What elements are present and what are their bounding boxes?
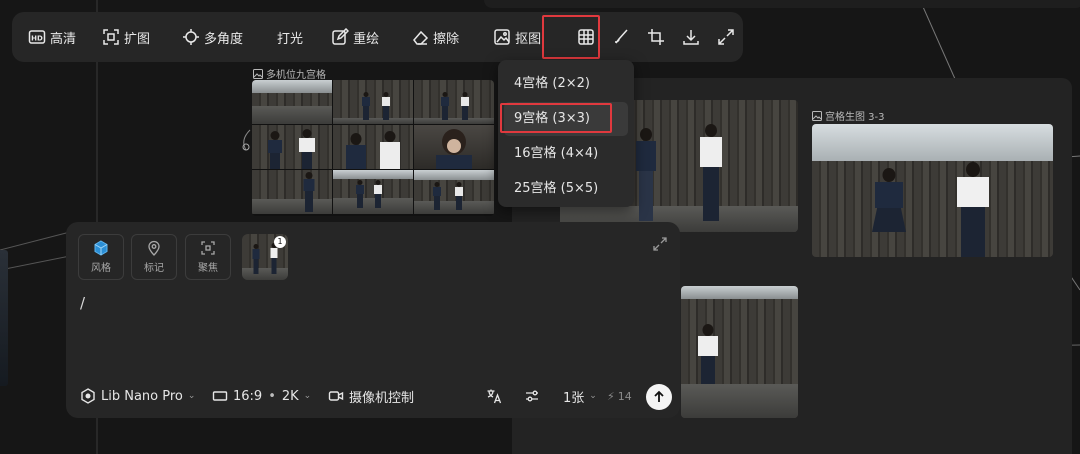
sliders-icon [524,388,540,404]
hd-button[interactable]: HD 高清 [22,20,82,54]
prompt-input[interactable]: / [80,294,85,312]
credits-cost: ⚡ 14 [607,384,632,408]
multi-angle-button[interactable]: 多角度 [176,20,249,54]
redraw-icon [331,28,350,46]
node-title: 多机位九宫格 [266,70,326,81]
lighting-label: 打光 [277,31,304,47]
aspect-resolution-selector[interactable]: 16:9 • 2K ⌄ [212,384,311,408]
aspect-value: 16:9 [233,388,263,404]
camera-icon [328,388,344,404]
grid-cell [414,125,494,169]
grid-cell [414,170,494,214]
image-icon [253,68,263,79]
image-icon [812,110,822,121]
grid-cell [333,80,413,124]
cube-icon [93,240,109,256]
grid-option-highlight [500,103,612,133]
brush-icon [612,28,630,46]
chevron-down-icon: ⌄ [589,391,597,401]
crop-button[interactable] [639,20,672,54]
chevron-down-icon: ⌄ [187,391,196,401]
node-title: 宫格生图 3-3 [825,112,885,123]
cutout-label: 抠图 [515,31,542,47]
lighting-button[interactable]: 打光 [271,20,309,54]
grid-button-highlight [542,15,600,59]
grid-cell [252,80,332,124]
reference-count-badge: 1 [274,236,286,248]
erase-label: 擦除 [433,31,460,47]
brush-button[interactable] [604,20,637,54]
expand-image-icon [102,28,120,46]
focus-chip[interactable]: 聚焦 [185,234,231,280]
translate-button[interactable] [486,384,507,408]
erase-button[interactable]: 擦除 [405,20,465,54]
redraw-button[interactable]: 重绘 [325,20,385,54]
camera-control-button[interactable]: 摄像机控制 [328,384,414,408]
cutout-icon [493,28,511,46]
resolution-value: 2K [281,388,299,404]
hd-icon: HD [28,28,46,46]
settings-button[interactable] [524,384,545,408]
nine-grid-image[interactable] [252,80,494,216]
model-name: Lib Nano Pro [101,388,183,404]
grid-size-menu: 4宫格 (2×2) 9宫格 (3×3) 16宫格 (4×4) 25宫格 (5×5… [498,60,634,207]
mark-chip[interactable]: 标记 [131,234,177,280]
multi-angle-label: 多角度 [204,31,244,47]
fullscreen-button[interactable] [710,20,743,54]
focus-icon [200,240,216,256]
send-button[interactable] [646,384,672,410]
count-selector[interactable]: 1张 ⌄ [563,384,597,408]
svg-text:HD: HD [31,35,43,43]
hd-label: 高清 [50,31,77,47]
canvas-node-top [484,0,1080,8]
grid-cell [252,125,332,169]
grid-option-4x4[interactable]: 16宫格 (4×4) [504,137,628,171]
count-value: 1张 [563,390,585,406]
download-button[interactable] [675,20,708,54]
grid-option-2x2[interactable]: 4宫格 (2×2) [504,67,628,101]
aspect-ratio-icon [212,388,228,404]
grid-cell [414,80,494,124]
grid-cell [333,170,413,214]
arrow-up-icon [654,390,664,402]
lightning-icon: ⚡ [607,389,615,403]
style-chip-label: 风格 [91,263,111,274]
node-label-grid-output: 宫格生图 3-3 [812,108,885,123]
fullscreen-icon [717,28,735,46]
crop-icon [647,28,665,46]
pin-icon [146,240,162,256]
chevron-down-icon: ⌄ [303,391,312,401]
mark-chip-label: 标记 [144,263,164,274]
model-selector[interactable]: Lib Nano Pro ⌄ [80,384,195,408]
grid-generated-image-3-3[interactable] [812,124,1053,257]
image-toolbar: HD 高清 扩图 多角度 打光 重绘 擦除 抠图 [12,12,743,62]
prompt-panel: 风格 标记 聚焦 1 / Lib Nano Pro ⌄ 16:9 • 2K ⌄ … [66,222,680,418]
outpaint-label: 扩图 [124,31,151,47]
eraser-icon [411,28,429,46]
translate-icon [486,388,502,404]
credits-value: 14 [617,389,632,403]
grid-cell [252,170,332,214]
node-label-multi-camera: 多机位九宫格 [253,66,326,81]
grid-output-image-2[interactable] [681,286,798,418]
multi-angle-icon [182,28,200,46]
download-icon [682,28,700,46]
outpaint-button[interactable]: 扩图 [96,20,156,54]
cutout-button[interactable]: 抠图 [487,20,547,54]
canvas-node-edge [0,250,8,386]
grid-option-5x5[interactable]: 25宫格 (5×5) [504,172,628,206]
style-chip[interactable]: 风格 [78,234,124,280]
model-logo-icon [80,388,96,404]
redraw-label: 重绘 [353,31,380,47]
expand-panel-icon[interactable] [652,236,668,252]
focus-chip-label: 聚焦 [198,263,218,274]
prompt-controls: Lib Nano Pro ⌄ 16:9 • 2K ⌄ 摄像机控制 1张 ⌄ ⚡ … [66,384,680,410]
grid-cell [333,125,413,169]
camera-control-label: 摄像机控制 [349,390,415,406]
